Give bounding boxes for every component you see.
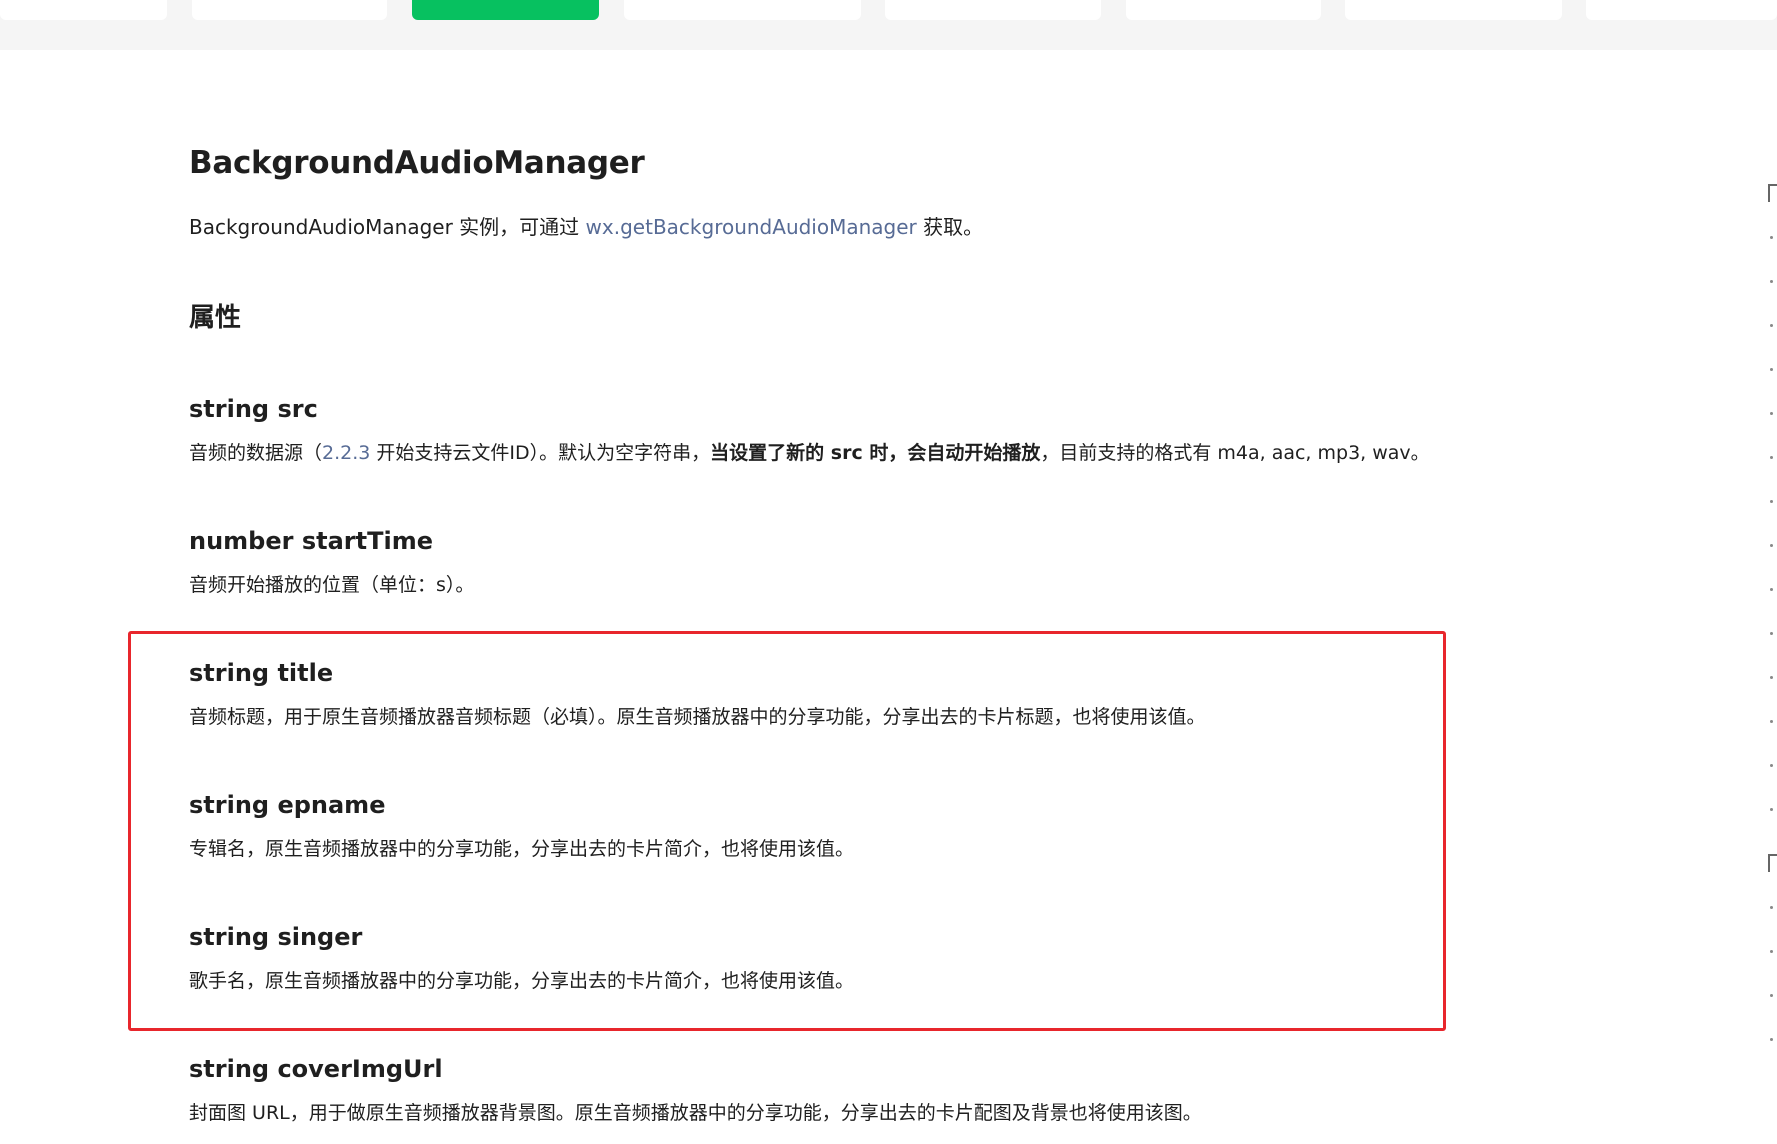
toc-item[interactable] <box>1770 764 1773 767</box>
property-description: 音频标题，用于原生音频播放器音频标题（必填）。原生音频播放器中的分享功能，分享出… <box>189 706 1206 728</box>
toc-item[interactable] <box>1770 588 1773 591</box>
property-name: number startTime <box>189 527 433 555</box>
tab-1[interactable] <box>0 0 167 20</box>
toc-item[interactable] <box>1770 456 1773 459</box>
toc-heading-stub <box>1768 184 1777 202</box>
desc-text: 音频的数据源（ <box>189 442 323 464</box>
intro-text-end: 获取。 <box>916 215 984 239</box>
property-description: 音频开始播放的位置（单位：s）。 <box>189 574 475 596</box>
tab-4[interactable] <box>624 0 861 20</box>
section-title-properties: 属性 <box>189 303 242 333</box>
toc-sidebar-clipped <box>1768 170 1777 1070</box>
desc-text: ，目前支持的格式有 m4a, aac, mp3, wav。 <box>1040 442 1430 464</box>
toc-heading-stub <box>1768 854 1777 872</box>
intro-text: BackgroundAudioManager 实例，可通过 <box>189 215 586 239</box>
toc-item[interactable] <box>1770 1038 1773 1041</box>
property-epname: string epname 专辑名，原生音频播放器中的分享功能，分享出去的卡片简… <box>189 789 1589 863</box>
property-title: string title 音频标题，用于原生音频播放器音频标题（必填）。原生音频… <box>189 657 1589 731</box>
property-name: string epname <box>189 791 386 819</box>
toc-item[interactable] <box>1770 368 1773 371</box>
property-coverimgurl: string coverImgUrl 封面图 URL，用于做原生音频播放器背景图… <box>189 1053 1589 1127</box>
toc-item[interactable] <box>1770 236 1773 239</box>
property-singer: string singer 歌手名，原生音频播放器中的分享功能，分享出去的卡片简… <box>189 921 1589 995</box>
toc-item[interactable] <box>1770 632 1773 635</box>
api-link[interactable]: wx.getBackgroundAudioManager <box>586 215 917 239</box>
toc-item[interactable] <box>1770 720 1773 723</box>
toc-item[interactable] <box>1770 906 1773 909</box>
property-description: 封面图 URL，用于做原生音频播放器背景图。原生音频播放器中的分享功能，分享出去… <box>189 1102 1202 1124</box>
property-src: string src 音频的数据源（2.2.3 开始支持云文件ID）。默认为空字… <box>189 393 1589 467</box>
desc-bold-text: 当设置了新的 src 时，会自动开始播放 <box>710 442 1041 464</box>
top-tab-bar <box>0 0 1777 50</box>
toc-item[interactable] <box>1770 994 1773 997</box>
property-name: string coverImgUrl <box>189 1055 443 1083</box>
tab-2[interactable] <box>192 0 387 20</box>
toc-item[interactable] <box>1770 808 1773 811</box>
tab-3-active[interactable] <box>412 0 599 20</box>
property-name: string title <box>189 659 334 687</box>
property-starttime: number startTime 音频开始播放的位置（单位：s）。 <box>189 525 1589 599</box>
property-description: 音频的数据源（2.2.3 开始支持云文件ID）。默认为空字符串，当设置了新的 s… <box>189 439 1589 467</box>
toc-item[interactable] <box>1770 950 1773 953</box>
toc-item[interactable] <box>1770 676 1773 679</box>
property-description: 专辑名，原生音频播放器中的分享功能，分享出去的卡片简介，也将使用该值。 <box>189 838 855 860</box>
toc-item[interactable] <box>1770 280 1773 283</box>
intro-paragraph: BackgroundAudioManager 实例，可通过 wx.getBack… <box>189 212 983 242</box>
tab-6[interactable] <box>1126 0 1321 20</box>
toc-item[interactable] <box>1770 324 1773 327</box>
toc-item[interactable] <box>1770 544 1773 547</box>
toc-item[interactable] <box>1770 412 1773 415</box>
toc-item[interactable] <box>1770 500 1773 503</box>
tab-8[interactable] <box>1586 0 1777 20</box>
property-name: string singer <box>189 923 363 951</box>
property-name: string src <box>189 395 318 423</box>
tab-7[interactable] <box>1345 0 1562 20</box>
page-title: BackgroundAudioManager <box>189 145 645 181</box>
tab-5[interactable] <box>885 0 1101 20</box>
version-link[interactable]: 2.2.3 <box>322 442 370 464</box>
desc-text: 开始支持云文件ID）。默认为空字符串， <box>370 442 711 464</box>
property-description: 歌手名，原生音频播放器中的分享功能，分享出去的卡片简介，也将使用该值。 <box>189 970 855 992</box>
